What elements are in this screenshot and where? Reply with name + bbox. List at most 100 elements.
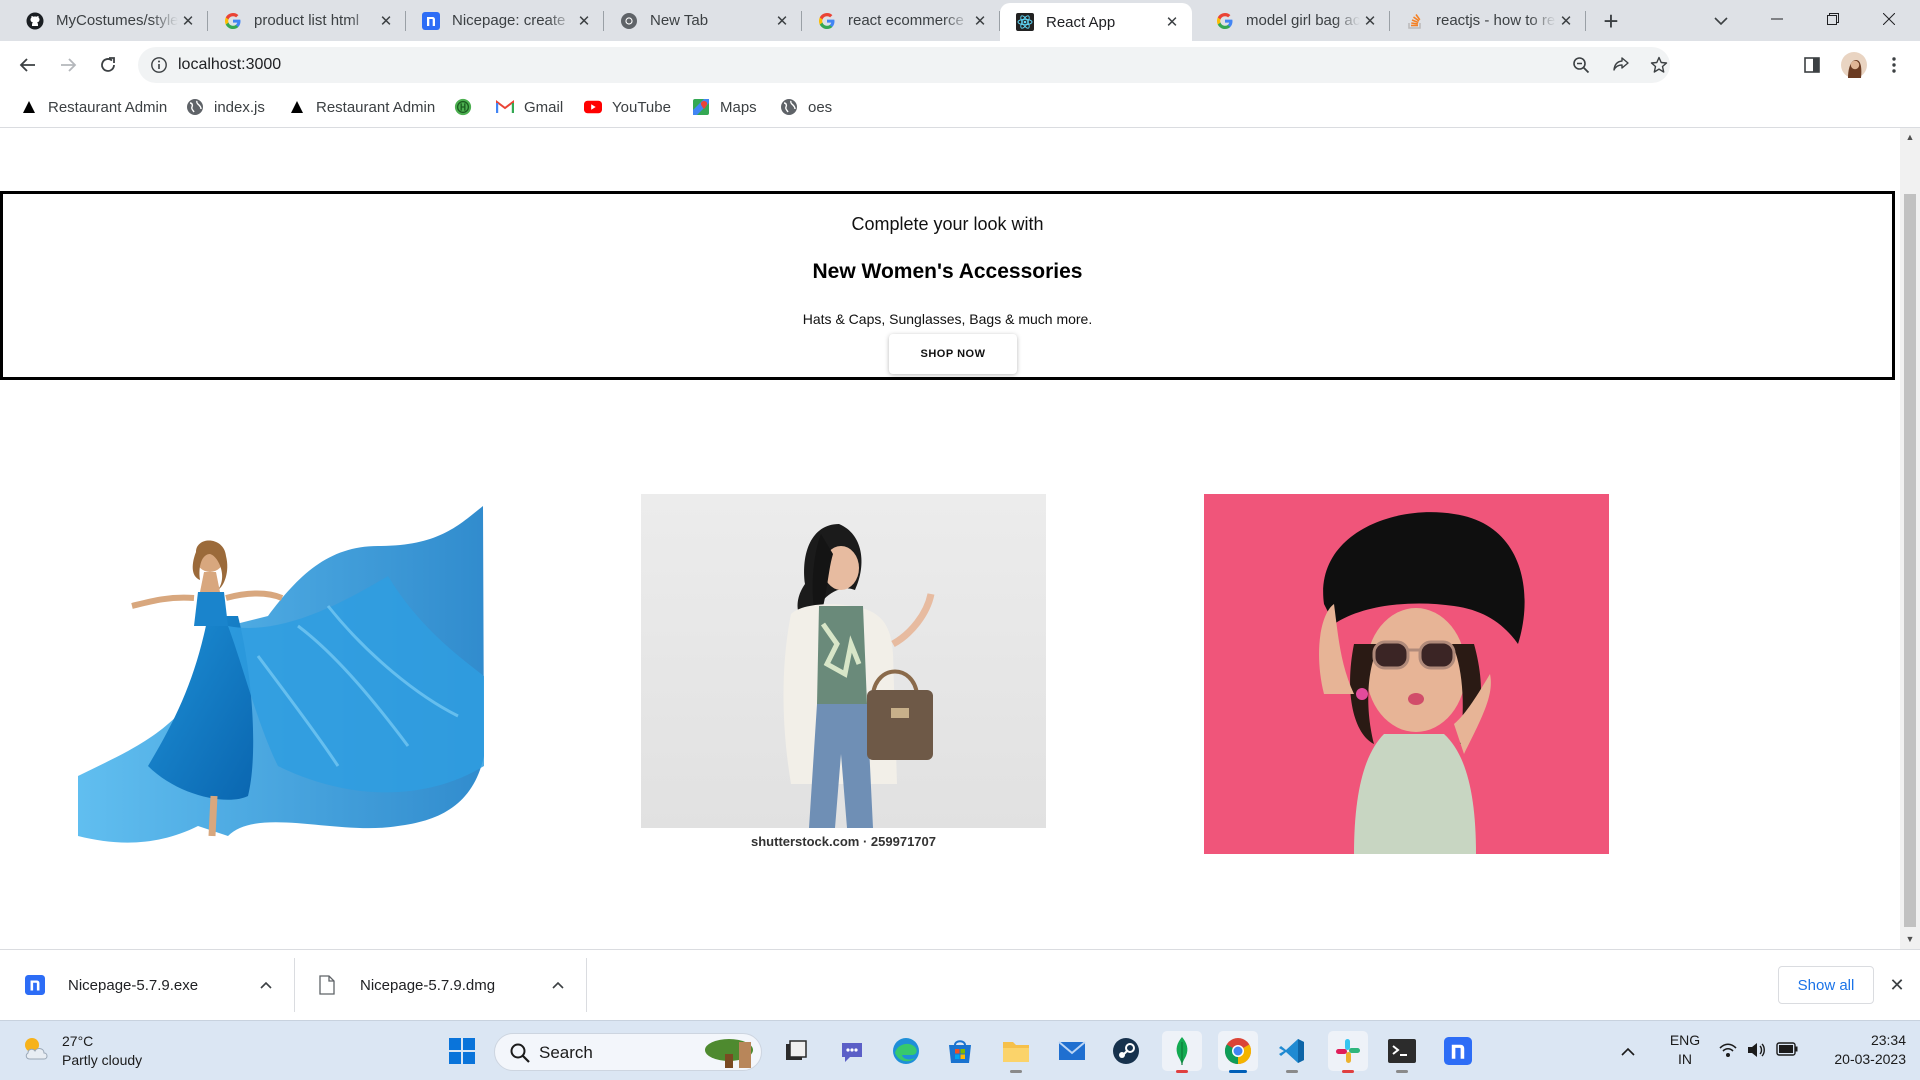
close-icon[interactable]: ✕ [772,11,792,31]
page-viewport: Complete your look with New Women's Acce… [0,128,1900,949]
taskbar-search[interactable]: Search [494,1033,762,1071]
reload-icon [101,57,115,72]
side-panel-icon [1804,57,1820,73]
tab-title: Nicepage: create [452,12,566,29]
weather-widget[interactable]: 27°C Partly cloudy [20,1031,142,1071]
bookmark-maps[interactable]: Maps [692,95,757,119]
bookmark-label: Gmail [524,98,564,116]
scrollbar-thumb[interactable] [1904,194,1916,927]
tab-reactjs-stackoverflow[interactable]: reactjs - how to re ✕ [1390,0,1586,41]
bookmark-label: index.js [214,98,265,116]
store-app[interactable] [940,1031,980,1071]
language-indicator[interactable]: ENG IN [1665,1031,1705,1069]
start-button[interactable] [442,1031,482,1071]
tab-react-ecommerce[interactable]: react ecommerce ✕ [802,0,1000,41]
minimize-button[interactable] [1754,0,1800,38]
download-item-exe[interactable]: Nicepage-5.7.9.exe [24,950,274,1020]
reload-button[interactable] [92,49,124,81]
vscode-app[interactable] [1272,1031,1312,1073]
chevron-up-icon[interactable] [1616,1047,1640,1056]
battery-icon[interactable] [1776,1042,1798,1061]
tab-model-girl-bag[interactable]: model girl bag ac ✕ [1200,0,1390,41]
window-close-button[interactable] [1866,0,1912,38]
zoom-icon[interactable] [1572,56,1590,79]
close-icon[interactable]: ✕ [1884,972,1910,998]
chat-button[interactable] [832,1031,872,1071]
partly-cloudy-icon [20,1033,52,1070]
nicepage-icon [422,11,440,30]
browser-toolbar: localhost:3000 [0,41,1920,89]
bookmark-youtube[interactable]: YouTube [584,95,671,119]
terminal-app[interactable] [1382,1031,1422,1073]
taskbar-clock[interactable]: 23:34 20-03-2023 [1812,1031,1906,1069]
avatar-icon [1841,52,1867,78]
bookmark-star-icon[interactable] [1650,56,1668,79]
steam-app[interactable] [1106,1031,1146,1071]
share-icon[interactable] [1612,56,1630,79]
bookmark-restaurant-admin[interactable]: Restaurant Admin [20,95,167,119]
url-text: localhost:3000 [178,56,282,73]
close-icon[interactable]: ✕ [1556,11,1576,31]
product-image-hat-sunglasses[interactable] [1204,494,1609,854]
promo-description: Hats & Caps, Sunglasses, Bags & much mor… [802,311,1093,327]
bookmark-label: Maps [720,98,757,116]
chevron-up-icon[interactable] [256,975,276,995]
minimize-icon [1771,18,1783,20]
promo-title: New Women's Accessories [812,260,1083,283]
file-explorer-app[interactable] [996,1031,1036,1073]
image-caption: shutterstock.com · 259971707 [751,834,936,849]
chevron-up-icon[interactable] [548,975,568,995]
address-bar[interactable]: localhost:3000 [138,47,1670,83]
close-icon[interactable]: ✕ [1162,12,1182,32]
close-icon[interactable]: ✕ [970,11,990,31]
system-tray [1616,1031,1640,1071]
profile-avatar[interactable] [1838,49,1870,81]
tab-search-button[interactable] [1706,6,1736,36]
scroll-up-icon[interactable]: ▲ [1905,132,1915,142]
tab-title: React App [1046,13,1116,31]
nicepage-icon [1444,1037,1472,1065]
side-panel-button[interactable] [1796,49,1828,81]
bookmark-restaurant-admin-2[interactable]: Restaurant Admin [288,95,435,119]
close-icon[interactable]: ✕ [574,11,594,31]
menu-button[interactable] [1878,49,1910,81]
chrome-app[interactable] [1218,1031,1258,1073]
mongodb-compass-app[interactable] [1162,1031,1202,1073]
forward-button[interactable] [52,49,84,81]
show-all-button[interactable]: Show all [1778,966,1874,1004]
bookmark-index-js[interactable]: index.js [186,95,265,119]
mail-app[interactable] [1052,1031,1092,1071]
wifi-icon[interactable] [1718,1041,1738,1064]
bookmark-gmail[interactable]: Gmail [496,95,563,119]
bookmark-green-site[interactable] [454,95,482,119]
product-image-blue-gown[interactable] [78,506,484,949]
weather-temp: 27°C [62,1033,94,1049]
task-view-button[interactable] [776,1031,816,1071]
close-icon[interactable]: ✕ [1360,11,1380,31]
tab-react-app[interactable]: React App ✕ [1000,3,1192,41]
info-icon[interactable] [150,56,168,79]
product-image-handbag[interactable] [641,494,1046,828]
scroll-down-icon[interactable]: ▼ [1905,934,1915,944]
restore-button[interactable] [1810,0,1856,38]
back-button[interactable] [12,49,44,81]
bookmarks-bar: Restaurant Admin index.js Restaurant Adm… [0,89,1920,125]
search-highlight-icon [699,1036,759,1075]
new-tab-button[interactable]: + [1596,6,1626,36]
edge-app[interactable] [886,1031,926,1071]
slack-app[interactable] [1328,1031,1368,1073]
download-item-dmg[interactable]: Nicepage-5.7.9.dmg [316,950,566,1020]
bookmark-oes[interactable]: oes [780,95,832,119]
close-icon[interactable]: ✕ [376,11,396,31]
close-icon[interactable]: ✕ [178,11,198,31]
tab-product-list[interactable]: product list html ✕ [208,0,406,41]
tab-mycostumes[interactable]: MyCostumes/style ✕ [10,0,208,41]
tab-nicepage[interactable]: Nicepage: create ✕ [406,0,604,41]
volume-icon[interactable] [1746,1041,1766,1064]
tab-new-tab[interactable]: New Tab ✕ [604,0,802,41]
scrollbar[interactable]: ▲ ▼ [1900,128,1920,949]
shop-now-button[interactable]: SHOP NOW [889,334,1017,374]
nicepage-app[interactable] [1438,1031,1478,1071]
bookmark-label: Restaurant Admin [316,98,436,116]
weather-condition: Partly cloudy [62,1052,143,1068]
